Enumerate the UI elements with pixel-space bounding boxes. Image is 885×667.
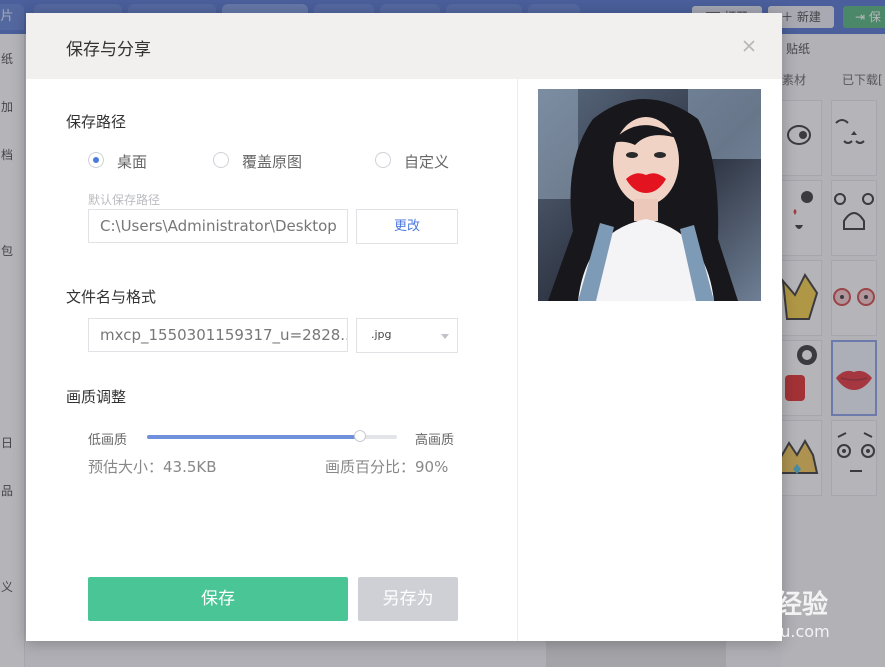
radio-label: 覆盖原图: [242, 153, 303, 171]
preview-photo: [538, 89, 761, 301]
save-share-dialog: 保存与分享 保存路径 桌面 覆盖原图 自定义 默认保存路径 C:\Users\A…: [26, 13, 782, 641]
quality-title: 画质调整: [66, 388, 127, 406]
watermark-cn: 经验: [776, 590, 829, 620]
dialog-divider: [517, 79, 518, 641]
change-path-button[interactable]: 更改: [356, 209, 458, 244]
watermark-brand: Bai du: [678, 582, 780, 617]
close-button[interactable]: [738, 35, 760, 57]
save-button[interactable]: 保存: [88, 577, 348, 621]
default-path-hint: 默认保存路径: [88, 193, 161, 207]
dialog-header: 保存与分享: [26, 13, 782, 79]
radio-dot: [213, 152, 229, 168]
quality-slider[interactable]: [147, 430, 397, 442]
quality-slider-fill: [147, 435, 360, 439]
save-path-field[interactable]: C:\Users\Administrator\Desktop: [88, 209, 348, 243]
preview-image: [538, 89, 761, 301]
baidu-watermark: Bai du 经验 jingyan.baidu.com: [678, 572, 878, 652]
save-path-title: 保存路径: [66, 113, 127, 131]
dialog-title: 保存与分享: [66, 40, 151, 60]
high-quality-label: 高画质: [415, 433, 455, 448]
close-icon: [743, 40, 755, 52]
format-value: .jpg: [371, 328, 392, 341]
radio-label: 自定义: [404, 153, 450, 171]
estimated-size: 预估大小：43.5KB: [88, 458, 217, 476]
low-quality-label: 低画质: [88, 433, 128, 448]
filename-format-title: 文件名与格式: [66, 288, 157, 306]
save-as-button[interactable]: 另存为: [358, 577, 458, 621]
watermark-url: jingyan.baidu.com: [682, 622, 830, 641]
format-select[interactable]: .jpg: [356, 318, 458, 353]
chevron-down-icon: [441, 334, 449, 339]
radio-dot: [375, 152, 391, 168]
radio-label: 桌面: [117, 153, 148, 171]
quality-slider-thumb[interactable]: [353, 430, 366, 442]
filename-input[interactable]: mxcp_1550301159317_u=2828...: [88, 318, 348, 352]
quality-percent: 画质百分比：90%: [325, 458, 449, 476]
radio-dot: [88, 152, 104, 168]
